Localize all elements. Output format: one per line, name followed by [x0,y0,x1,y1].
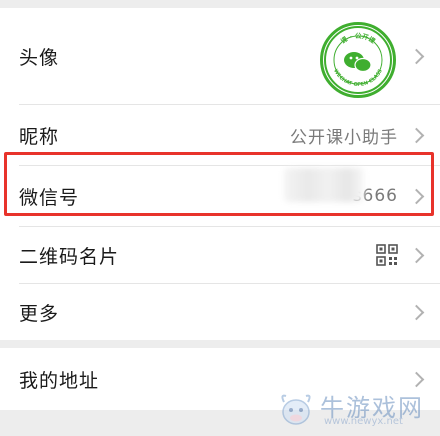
site-watermark: 牛游戏网 www.newyx.net [274,386,434,432]
address-label: 我的地址 [19,369,100,392]
highlight-annotation [4,152,434,216]
avatar-row[interactable]: 头像 课 · 公开课 WECHAT OPEN CLASS [0,8,440,104]
chevron-right-icon [408,48,425,64]
watermark-url: www.newyx.net [324,416,403,427]
chevron-right-icon [408,247,425,263]
profile-settings-screen: 头像 课 · 公开课 WECHAT OPEN CLASS 昵称 公开课小助手 微… [0,0,440,436]
chevron-right-icon [408,127,425,143]
more-row[interactable]: 更多 [0,284,440,340]
cow-mascot-icon [281,394,311,425]
nickname-value: 公开课小助手 [290,127,398,148]
top-spacer [0,0,440,8]
chevron-right-icon [408,371,425,387]
wechat-open-class-logo: 课 · 公开课 WECHAT OPEN CLASS [324,26,392,94]
qr-code-label: 二维码名片 [19,245,120,268]
qr-code-icon [376,244,398,266]
qr-code-row[interactable]: 二维码名片 [0,227,440,283]
chevron-right-icon [408,304,425,320]
avatar[interactable]: 课 · 公开课 WECHAT OPEN CLASS [320,22,396,98]
more-label: 更多 [19,302,60,325]
avatar-label: 头像 [19,46,60,69]
nickname-label: 昵称 [19,125,60,148]
